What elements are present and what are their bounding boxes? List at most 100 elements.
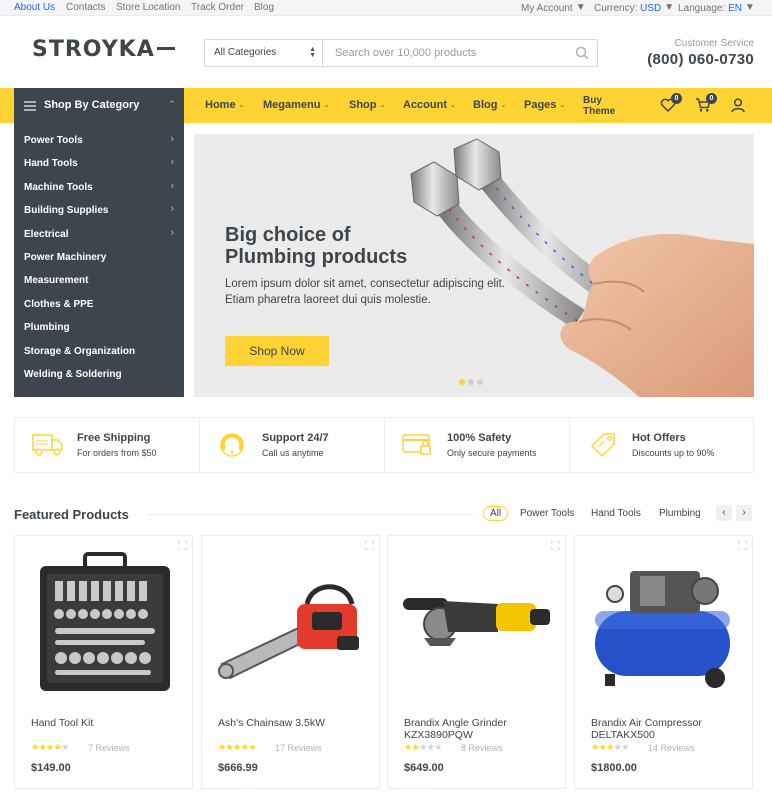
category-label: Machine Tools (24, 181, 93, 193)
search-icon[interactable] (575, 46, 589, 60)
product-price: $666.99 (218, 762, 258, 774)
category-item-power-tools[interactable]: Power Tools › (14, 129, 184, 152)
star-filled-icon: ★ (31, 742, 39, 752)
card-lock-icon (402, 434, 431, 455)
site-logo[interactable]: STROYKA (32, 37, 175, 62)
feature-subtitle: Call us anytime (262, 448, 324, 458)
hero-slider[interactable]: Big choice of Plumbing products Lorem ips… (194, 134, 754, 397)
language-dropdown[interactable]: Language: EN ▼ (678, 2, 755, 14)
product-name[interactable]: Hand Tool Kit (31, 717, 181, 729)
category-item-plumbing[interactable]: Plumbing (14, 316, 184, 339)
currency-value: USD (640, 3, 662, 14)
nav-item-megamenu[interactable]: Megamenu ⌄ (263, 99, 329, 111)
star-empty-icon: ★ (621, 742, 629, 752)
chainsaw-image (218, 584, 359, 680)
slider-dot-3[interactable] (477, 379, 483, 385)
nav-item-pages[interactable]: Pages ⌄ (524, 99, 565, 111)
chevron-right-icon: › (170, 179, 174, 192)
category-item-storage-organization[interactable]: Storage & Organization (14, 340, 184, 363)
star-filled-icon: ★ (218, 742, 226, 752)
feature-subtitle: For orders from $50 (77, 448, 157, 458)
rating-stars: ★★★★★ (404, 742, 442, 753)
user-icon[interactable] (730, 97, 746, 113)
category-item-electrical[interactable]: Electrical › (14, 223, 184, 246)
product-price: $1800.00 (591, 762, 637, 774)
tab-power-tools[interactable]: Power Tools (520, 508, 574, 519)
product-name[interactable]: Ash's Chainsaw 3.5kW (218, 717, 368, 729)
nav-item-label: Shop (349, 99, 377, 111)
topbar-link-contacts[interactable]: Contacts (66, 2, 105, 13)
nav-item-shop[interactable]: Shop ⌄ (349, 99, 385, 111)
feature-safety: 100% Safety Only secure payments (385, 418, 570, 472)
my-account-dropdown[interactable]: My Account ▼ (521, 2, 586, 14)
topbar-link-store-location[interactable]: Store Location (116, 2, 181, 13)
nav-item-blog[interactable]: Blog ⌄ (473, 99, 506, 111)
topbar-link-track-order[interactable]: Track Order (191, 2, 244, 13)
star-filled-icon: ★ (248, 742, 256, 752)
shop-by-category-label: Shop By Category (44, 99, 140, 111)
category-label: Electrical (24, 228, 69, 240)
shop-by-category-button[interactable]: Shop By Category ⌃ (14, 88, 184, 123)
hero-text: Lorem ipsum dolor sit amet, consectetur … (225, 276, 525, 308)
product-card[interactable]: Brandix Angle Grinder KZX3890PQW ★★★★★ 8… (387, 535, 566, 789)
chevron-up-icon: ⌃ (168, 99, 176, 109)
product-card[interactable]: Hand Tool Kit ★★★★★ 7 Reviews $149.00 (14, 535, 193, 789)
customer-service-phone[interactable]: (800) 060-0730 (647, 51, 754, 68)
chevron-right-icon: › (170, 226, 174, 239)
carousel-next-button[interactable]: › (736, 505, 752, 521)
nav-item-account[interactable]: Account ⌄ (403, 99, 456, 111)
features-block: Free Shipping For orders from $50 Suppor… (14, 417, 754, 473)
tab-hand-tools[interactable]: Hand Tools (591, 508, 641, 519)
buy-theme-link[interactable]: Buy Theme (583, 95, 615, 117)
feature-subtitle: Discounts up to 90% (632, 448, 715, 458)
buy-line-2: Theme (583, 106, 616, 117)
rating-stars: ★★★★★ (218, 742, 256, 753)
category-item-power-machinery[interactable]: Power Machinery (14, 246, 184, 269)
topbar-link-blog[interactable]: Blog (254, 2, 274, 13)
product-name[interactable]: Brandix Angle Grinder KZX3890PQW (404, 717, 554, 741)
product-name[interactable]: Brandix Air Compressor DELTAKX500 (591, 717, 741, 741)
hero-title-line-1: Big choice of (225, 224, 351, 246)
product-card[interactable]: Ash's Chainsaw 3.5kW ★★★★★ 17 Reviews $6… (201, 535, 380, 789)
category-label: Storage & Organization (24, 345, 136, 357)
search-category-select[interactable]: All Categories ▲ ▼ (205, 40, 323, 66)
category-item-measurement[interactable]: Measurement (14, 269, 184, 292)
category-item-building-supplies[interactable]: Building Supplies › (14, 199, 184, 222)
language-label: Language: (678, 3, 726, 14)
feature-title: 100% Safety (447, 432, 512, 444)
category-item-machine-tools[interactable]: Machine Tools › (14, 176, 184, 199)
slider-dot-2[interactable] (468, 379, 474, 385)
currency-label: Currency: (594, 3, 638, 14)
review-count: 8 Reviews (461, 743, 503, 753)
currency-dropdown[interactable]: Currency: USD ▼ (594, 2, 674, 14)
search-input[interactable] (324, 40, 574, 66)
review-count: 17 Reviews (275, 743, 322, 753)
category-item-clothes-ppe[interactable]: Clothes & PPE (14, 293, 184, 316)
category-item-welding-soldering[interactable]: Welding & Soldering (14, 363, 184, 386)
hero-text-line-2: Etiam pharetra laoreet dui quis molestie… (225, 294, 431, 306)
category-label: Measurement (24, 275, 89, 287)
nav-item-label: Home (205, 99, 236, 111)
chevron-down-icon: ▼ (744, 2, 755, 13)
tab-all[interactable]: All (483, 506, 509, 521)
shop-now-button[interactable]: Shop Now (225, 336, 329, 366)
star-filled-icon: ★ (606, 742, 614, 752)
tag-icon (591, 433, 615, 457)
star-filled-icon: ★ (404, 742, 412, 752)
slider-dot-1[interactable] (459, 379, 465, 385)
feature-subtitle: Only secure payments (447, 448, 537, 458)
topbar-link-about[interactable]: About Us (14, 2, 55, 13)
tab-plumbing[interactable]: Plumbing (659, 508, 701, 519)
category-item-hand-tools[interactable]: Hand Tools › (14, 152, 184, 175)
buy-line-1: Buy (583, 95, 602, 106)
chevron-right-icon: › (170, 203, 174, 216)
nav-item-home[interactable]: Home ⌄ (205, 99, 244, 111)
category-label: Plumbing (24, 322, 70, 334)
search-category-value: All Categories (214, 47, 277, 58)
nav-item-label: Account (403, 99, 447, 111)
menu-icon (24, 101, 36, 113)
feature-title: Hot Offers (632, 432, 686, 444)
product-card[interactable]: Brandix Air Compressor DELTAKX500 ★★★★★ … (574, 535, 753, 789)
star-empty-icon: ★ (434, 742, 442, 752)
carousel-prev-button[interactable]: ‹ (716, 505, 732, 521)
